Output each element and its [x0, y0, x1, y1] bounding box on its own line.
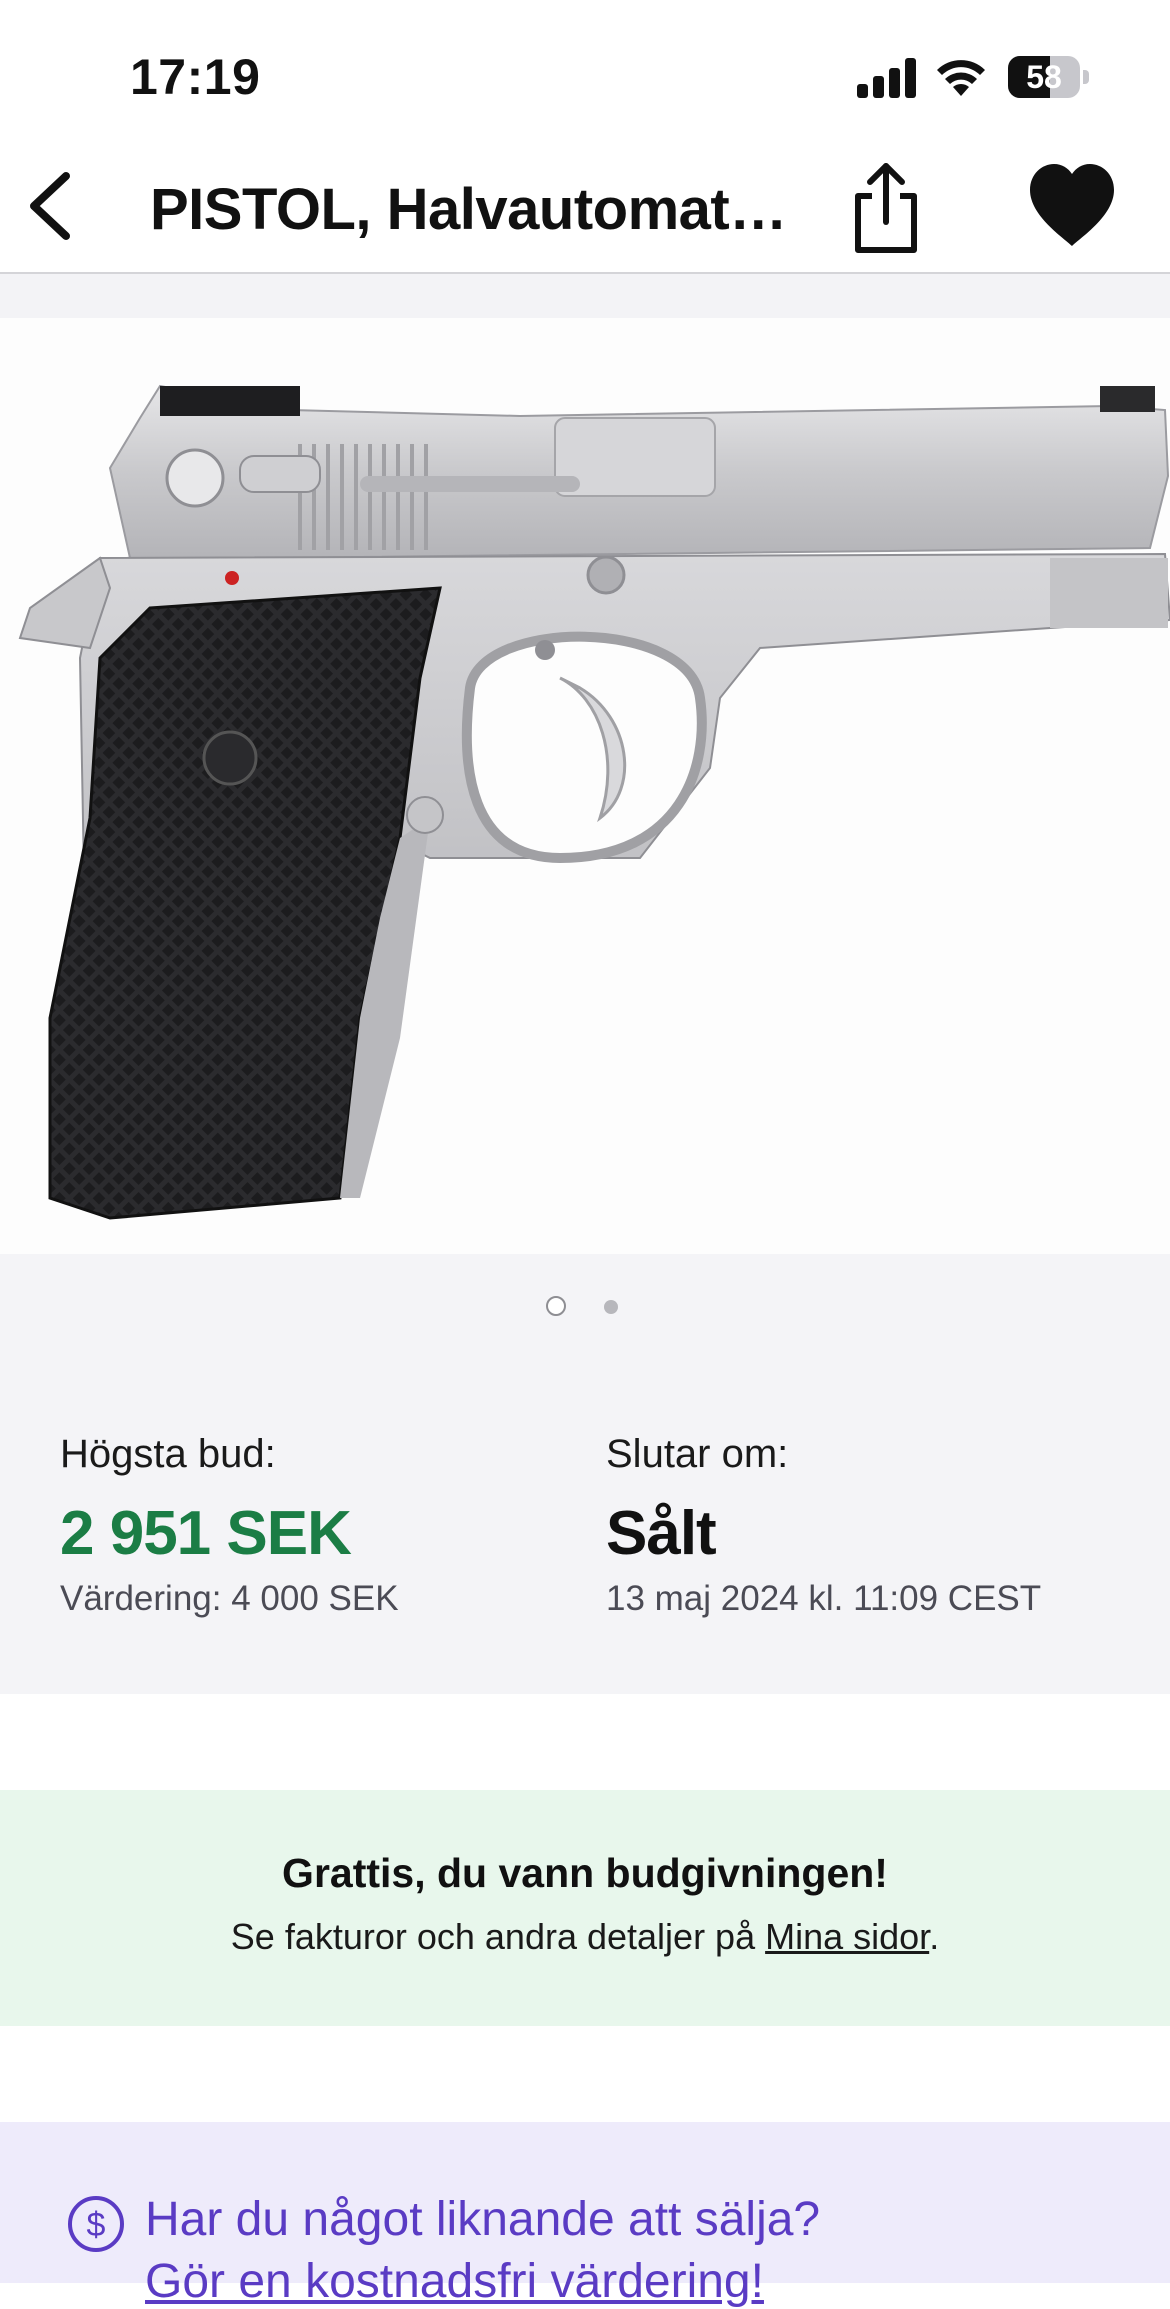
- sell-banner[interactable]: $ Har du något liknande att sälja? Gör e…: [0, 2122, 1170, 2308]
- status-time: 17:19: [130, 49, 261, 105]
- ends-value: Sålt: [606, 1499, 717, 1568]
- mina-sidor-link[interactable]: Mina sidor: [765, 1916, 929, 1957]
- pager-dot[interactable]: [604, 1300, 618, 1314]
- sell-title[interactable]: Har du något liknande att sälja?: [145, 2192, 820, 2247]
- won-banner: Grattis, du vann budgivningen! Se faktur…: [0, 1790, 1170, 2026]
- highest-bid-value: 2 951 SEK: [60, 1499, 352, 1568]
- pager-dot-active[interactable]: [546, 1296, 566, 1316]
- bid-panel: Högsta bud: 2 951 SEK Värdering: 4 000 S…: [0, 1358, 1170, 1694]
- image-pager: [0, 1254, 1170, 1358]
- cellular-signal-icon: [857, 58, 917, 98]
- product-image[interactable]: [0, 318, 1170, 1254]
- valuation-text: Värdering: 4 000 SEK: [60, 1579, 399, 1618]
- wifi-icon: [937, 60, 985, 96]
- svg-text:$: $: [87, 2206, 106, 2244]
- highest-bid-section: Högsta bud: 2 951 SEK Värdering: 4 000 S…: [60, 1430, 399, 1622]
- ends-section: Slutar om: Sålt 13 maj 2024 kl. 11:09 CE…: [606, 1430, 1041, 1622]
- battery-icon: 58: [1008, 56, 1090, 98]
- navigation-bar: PISTOL, Halvautomatisk: [0, 140, 1170, 274]
- won-text: Se fakturor och andra detaljer på Mina s…: [0, 1916, 1170, 1958]
- gallery-top-spacer: [0, 274, 1170, 318]
- battery-level: 58: [1026, 59, 1062, 95]
- page-title: PISTOL, Halvautomatisk: [150, 177, 790, 242]
- chevron-left-icon[interactable]: [18, 168, 88, 244]
- pistol-image: [18, 384, 1170, 1220]
- highest-bid-label: Högsta bud:: [60, 1432, 276, 1476]
- won-text-suffix: .: [929, 1916, 940, 1957]
- dollar-icon: $: [68, 2196, 124, 2252]
- won-title: Grattis, du vann budgivningen!: [282, 1850, 888, 1896]
- ends-label: Slutar om:: [606, 1432, 789, 1476]
- share-icon[interactable]: [846, 160, 926, 256]
- sell-subtitle[interactable]: Gör en kostnadsfri värdering!: [145, 2254, 764, 2309]
- end-date: 13 maj 2024 kl. 11:09 CEST: [606, 1579, 1042, 1618]
- heart-icon[interactable]: [1024, 160, 1120, 252]
- won-text-prefix: Se fakturor och andra detaljer på: [230, 1916, 766, 1957]
- status-bar: 17:19 58: [0, 0, 1170, 140]
